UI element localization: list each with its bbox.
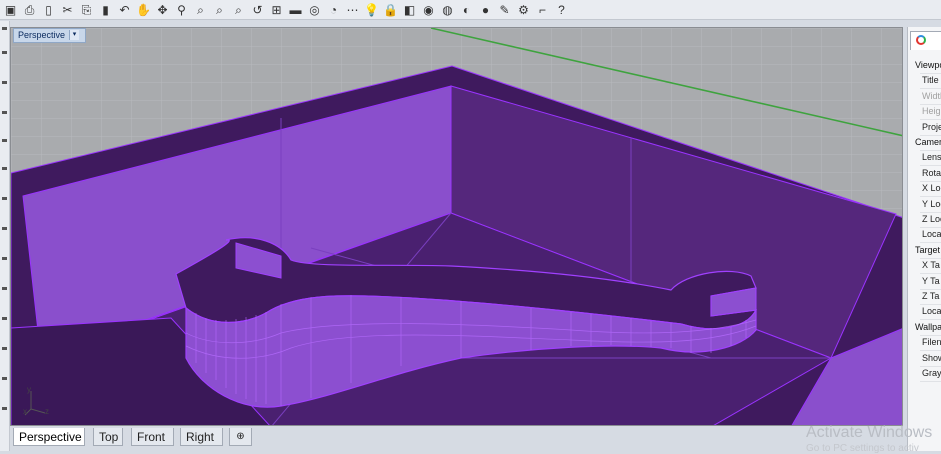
panel-section-label[interactable]: Viewpo [915, 58, 941, 73]
cut-icon[interactable]: ✂ [59, 1, 76, 18]
car-icon[interactable]: ▬ [287, 1, 304, 18]
properties-panel: Viewpo Title Width Heigh Proje Camera Lens Rota… [907, 27, 941, 451]
activate-windows-subtitle: Go to PC settings to activ [806, 443, 919, 454]
rotate-icon[interactable]: ✥ [154, 1, 171, 18]
perspective-viewport[interactable]: Perspective ▾ y z x [10, 27, 903, 426]
panel-property-label: Y Ta [922, 275, 940, 286]
color-wheel-icon [916, 35, 926, 45]
activate-windows-watermark: Activate Windows [806, 424, 933, 441]
panel-section-label[interactable]: Wallpa [915, 320, 941, 335]
panel-property-label: Z Ta [922, 291, 940, 301]
panel-property-label: Loca [922, 229, 941, 240]
undo-view-icon[interactable]: ↺ [249, 1, 266, 18]
undo-icon[interactable]: ↶ [116, 1, 133, 18]
panel-property-label: Proje [922, 121, 941, 132]
shaded-sphere-icon[interactable]: ◐ [458, 1, 475, 18]
zoom-window-icon[interactable]: ⌕ [192, 1, 209, 18]
add-tab-icon[interactable]: ⊕ [229, 428, 252, 446]
paste-icon[interactable]: ▮ [97, 1, 114, 18]
panel-property-label: X Ta [922, 260, 940, 271]
tab-right[interactable]: Right [180, 428, 223, 446]
panel-property-label: Rotat [922, 167, 941, 178]
lock-icon[interactable]: 🔒 [382, 1, 399, 18]
axis-widget: y z x [23, 385, 63, 417]
save-icon[interactable]: ▣ [2, 1, 19, 18]
render-eye-icon[interactable]: ◎ [306, 1, 323, 18]
panel-property-label: Filena [922, 337, 941, 348]
panel-property-label: Heigh [922, 106, 941, 117]
color-wheel-icon[interactable]: ◉ [420, 1, 437, 18]
left-toolbar-strip[interactable] [0, 21, 10, 451]
circle-icon[interactable]: ◔ [325, 1, 342, 18]
grid-icon[interactable]: ⊞ [268, 1, 285, 18]
zoom-extents-icon[interactable]: ⌕ [211, 1, 228, 18]
panel-row-divider [920, 381, 941, 382]
properties-tab[interactable] [910, 31, 941, 50]
pen-icon[interactable]: ✎ [496, 1, 513, 18]
zoom-selected-icon[interactable]: ⌕ [230, 1, 247, 18]
axis-label-x: x [23, 407, 27, 416]
axis-label-z: z [45, 407, 49, 416]
sphere-icon[interactable]: ◍ [439, 1, 456, 18]
panel-property-label: Width [922, 90, 941, 101]
box-icon[interactable]: ◧ [401, 1, 418, 18]
points-icon[interactable]: ⋯ [344, 1, 361, 18]
zoom-icon[interactable]: ⚲ [173, 1, 190, 18]
pan-icon[interactable]: ✋ [135, 1, 152, 18]
copy-icon[interactable]: ⎘ [78, 1, 95, 18]
panel-property-label: Y Loc [922, 198, 941, 209]
panel-property-label: Lens [922, 152, 941, 163]
new-icon[interactable]: ▯ [40, 1, 57, 18]
viewport-tabs: Perspective Top Front Right ⊕ [10, 427, 903, 451]
panel-section-label[interactable]: Camera [915, 135, 941, 150]
tab-top[interactable]: Top [93, 428, 123, 446]
tab-perspective[interactable]: Perspective [13, 428, 85, 446]
panel-property-label: Z Loc [922, 214, 941, 224]
main-toolbar: ▣ ⎙ ▯ ✂ ⎘ ▮ ↶ ✋ ✥ ⚲ ⌕ ⌕ ⌕ ↺ ⊞ ▬ ◎ ◔ ⋯ 💡 🔒 ◧ ◉ ◍ ◐ ● ✎ ⚙ ⌐? [0, 0, 941, 20]
axis-label-y: y [27, 385, 31, 394]
layout-icon[interactable]: ⌐ [534, 1, 551, 18]
viewport-menu-arrow-icon[interactable]: ▾ [69, 30, 79, 40]
panel-property-label: Gray [922, 368, 941, 378]
panel-property-label: X Loc [922, 183, 941, 194]
panel-section-label[interactable]: Target [915, 243, 940, 258]
viewport-scene [11, 28, 902, 425]
light-icon[interactable]: 💡 [363, 1, 380, 18]
print-icon[interactable]: ⎙ [21, 1, 38, 18]
panel-property-label: Title [922, 75, 939, 86]
panel-property-label: Show [922, 352, 941, 363]
gear-icon[interactable]: ⚙ [515, 1, 532, 18]
panel-property-label: Loca [922, 306, 941, 317]
blue-sphere-icon[interactable]: ● [477, 1, 494, 18]
help-icon[interactable]: ? [553, 1, 570, 18]
tab-front[interactable]: Front [131, 428, 174, 446]
